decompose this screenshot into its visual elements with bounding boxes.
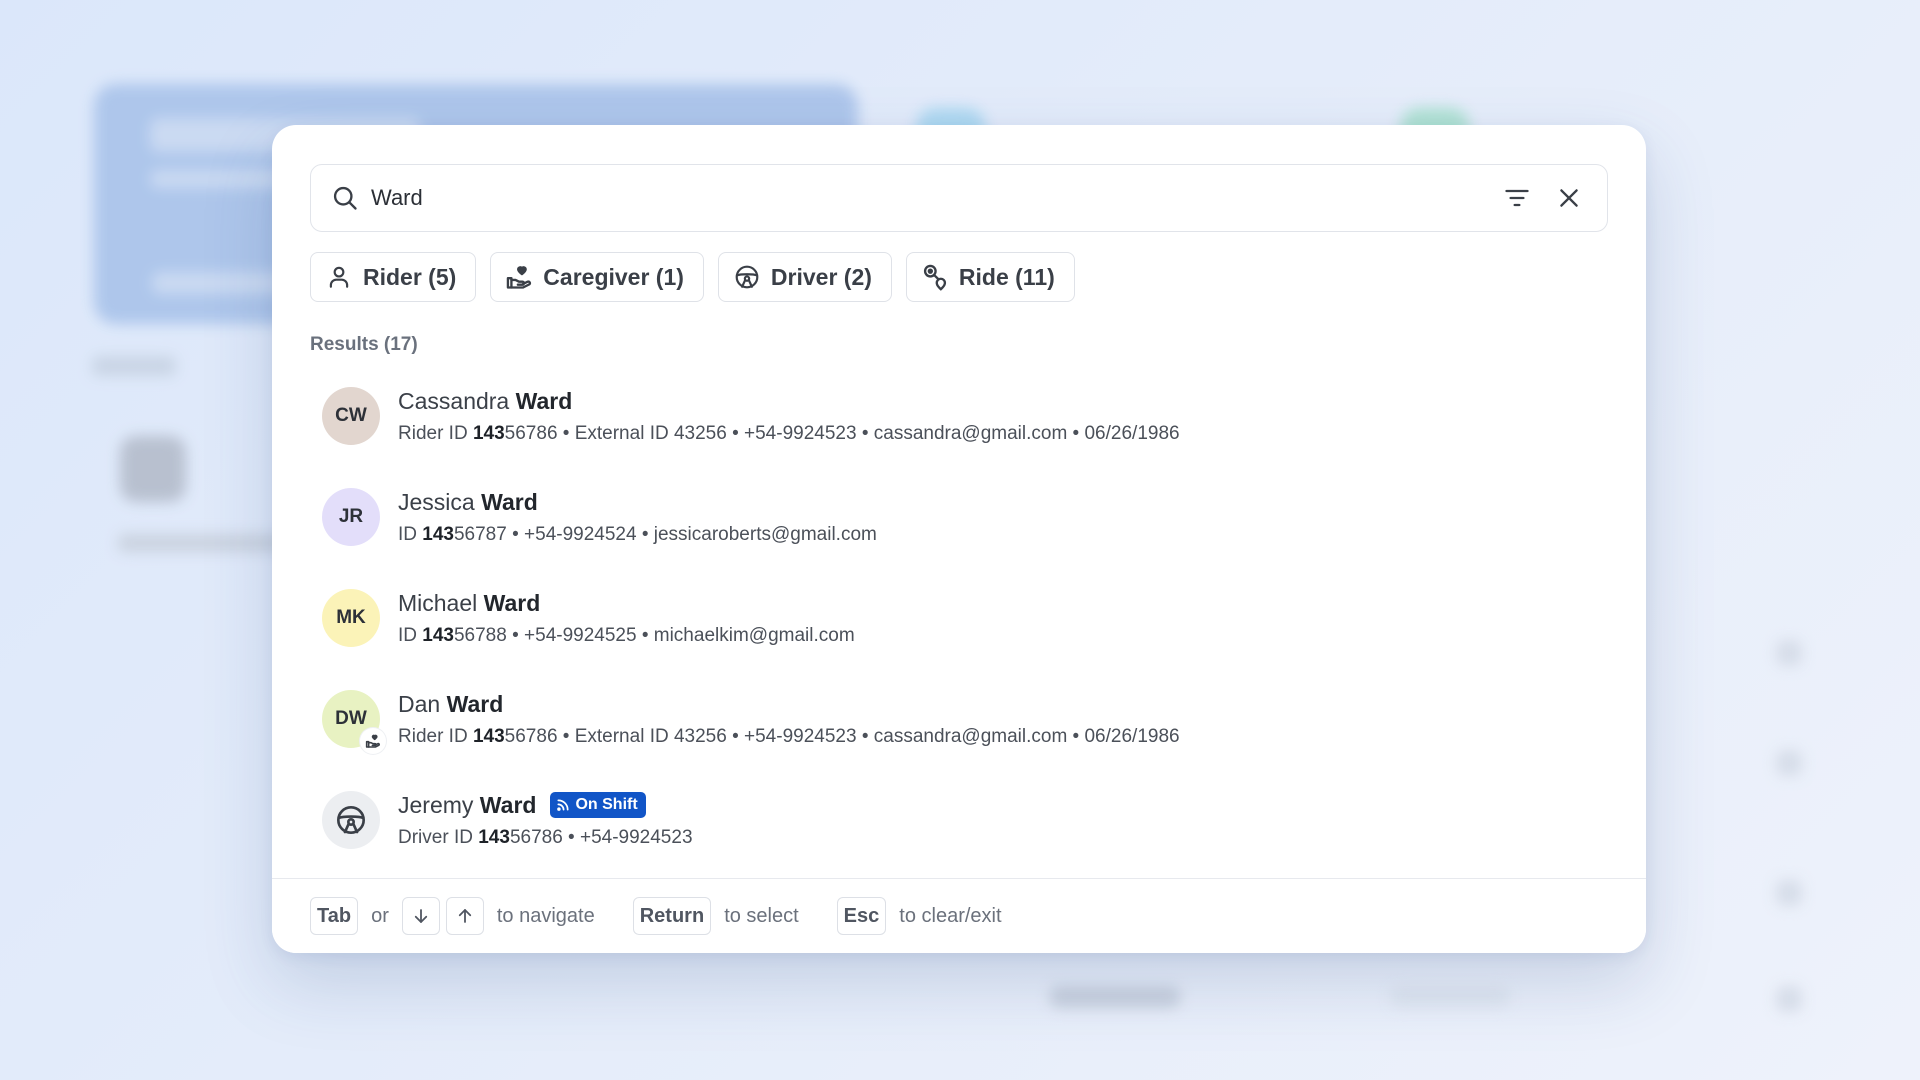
filter-icon[interactable] <box>1501 182 1533 214</box>
person-icon <box>325 263 353 291</box>
avatar-initials: CW <box>335 404 367 426</box>
last-name: Ward <box>481 488 538 515</box>
meta-rest: 56788 • +54-9924525 • michaelkim@gmail.c… <box>453 625 855 646</box>
arrow-up-icon <box>445 897 484 935</box>
background-avatar <box>120 436 186 502</box>
background-row <box>1050 986 1180 1008</box>
first-name: Jeremy <box>398 791 474 818</box>
meta-match: 143 <box>472 726 505 747</box>
avatar: DW <box>322 689 386 754</box>
filter-chip-ride[interactable]: Ride (11) <box>905 252 1075 302</box>
search-input[interactable] <box>371 165 1501 231</box>
result-name: Jeremy Ward On Shift <box>398 790 693 820</box>
search-bar <box>310 164 1608 232</box>
background-row <box>1390 986 1510 1008</box>
meta-rest: 56786 • +54-9924523 <box>509 827 693 848</box>
background-dot <box>1776 880 1802 906</box>
first-name: Jessica <box>398 488 475 515</box>
steering-wheel-icon <box>335 804 367 836</box>
avatar: JR <box>322 487 380 546</box>
background-dot <box>1776 750 1802 776</box>
meta-prefix: Rider ID <box>398 726 473 747</box>
background-dot <box>1776 640 1802 666</box>
last-name: Ward <box>446 690 504 717</box>
result-name: Cassandra Ward <box>398 386 1180 416</box>
result-meta: ID 14356788 • +54-9924525 • michaelkim@g… <box>398 625 855 647</box>
meta-prefix: ID <box>398 524 423 545</box>
result-item[interactable]: CW Cassandra Ward Rider ID 14356786 • Ex… <box>310 365 1608 466</box>
steering-wheel-icon <box>733 263 761 291</box>
meta-prefix: Driver ID <box>398 827 479 848</box>
result-item[interactable]: DW Dan Ward Rider ID 14356786 • External… <box>310 668 1608 769</box>
meta-rest: 56786 • External ID 43256 • +54-9924523 … <box>504 726 1180 747</box>
result-name: Dan Ward <box>398 689 1180 719</box>
avatar <box>322 790 380 849</box>
route-pin-icon <box>921 263 949 291</box>
result-meta: ID 14356787 • +54-9924524 • jessicarober… <box>398 524 877 546</box>
keyboard-hints: Tab or to navigate Return to select Esc … <box>272 878 1646 953</box>
filter-chip-label: Driver (2) <box>770 263 872 290</box>
return-key: Return <box>632 897 712 935</box>
meta-match: 143 <box>478 827 510 848</box>
meta-rest: 56787 • +54-9924524 • jessicaroberts@gma… <box>453 524 877 545</box>
filter-chip-label: Rider (5) <box>363 263 457 290</box>
last-name: Ward <box>479 791 537 818</box>
meta-rest: 56786 • External ID 43256 • +54-9924523 … <box>504 423 1180 444</box>
meta-prefix: Rider ID <box>398 423 473 444</box>
esc-key: Esc <box>836 897 887 935</box>
results-heading: Results (17) <box>310 334 418 355</box>
arrow-down-icon <box>401 897 440 935</box>
status-badge: On Shift <box>550 792 646 818</box>
meta-match: 143 <box>472 423 505 444</box>
filter-chip-label: Caregiver (1) <box>543 263 684 290</box>
result-meta: Rider ID 14356786 • External ID 43256 • … <box>398 423 1180 445</box>
avatar: CW <box>322 386 380 445</box>
result-list: CW Cassandra Ward Rider ID 14356786 • Ex… <box>310 365 1608 870</box>
search-modal: Rider (5) Caregiver (1) Driver (2) <box>272 125 1646 953</box>
first-name: Michael <box>398 589 478 616</box>
filter-chip-label: Ride (11) <box>958 263 1055 290</box>
background-tab <box>92 356 176 376</box>
avatar-initials: DW <box>335 707 367 729</box>
broadcast-icon <box>556 798 570 812</box>
navigate-text: to navigate <box>496 904 595 927</box>
filter-chip-caregiver[interactable]: Caregiver (1) <box>490 252 704 302</box>
caregiver-hand-heart-icon <box>505 263 533 291</box>
close-icon[interactable] <box>1553 182 1585 214</box>
last-name: Ward <box>483 589 541 616</box>
last-name: Ward <box>515 387 573 414</box>
first-name: Cassandra <box>398 387 510 414</box>
status-badge-label: On Shift <box>575 796 638 813</box>
result-item[interactable]: JR Jessica Ward ID 14356787 • +54-992452… <box>310 466 1608 567</box>
tab-key: Tab <box>310 897 359 935</box>
avatar-initials: JR <box>338 505 364 527</box>
avatar: MK <box>322 588 380 647</box>
result-meta: Driver ID 14356786 • +54-9924523 <box>398 827 693 849</box>
background-dot <box>1776 986 1802 1012</box>
result-item[interactable]: Jeremy Ward On Shift Driver ID 14356786 … <box>310 769 1608 870</box>
result-name: Michael Ward <box>398 588 855 618</box>
result-meta: Rider ID 14356786 • External ID 43256 • … <box>398 726 1180 748</box>
select-text: to select <box>724 904 799 927</box>
first-name: Dan <box>398 690 441 717</box>
result-name: Jessica Ward <box>398 487 877 517</box>
result-item[interactable]: MK Michael Ward ID 14356788 • +54-992452… <box>310 567 1608 668</box>
clear-text: to clear/exit <box>899 904 1002 927</box>
meta-match: 143 <box>422 524 454 545</box>
or-text: or <box>371 904 389 927</box>
filter-chips: Rider (5) Caregiver (1) Driver (2) Ride … <box>310 252 1075 302</box>
search-icon <box>331 184 359 212</box>
avatar-initials: MK <box>336 606 366 628</box>
filter-chip-rider[interactable]: Rider (5) <box>310 252 477 302</box>
caregiver-hand-heart-icon <box>360 727 386 754</box>
meta-prefix: ID <box>398 625 423 646</box>
meta-match: 143 <box>422 625 454 646</box>
filter-chip-driver[interactable]: Driver (2) <box>717 252 892 302</box>
